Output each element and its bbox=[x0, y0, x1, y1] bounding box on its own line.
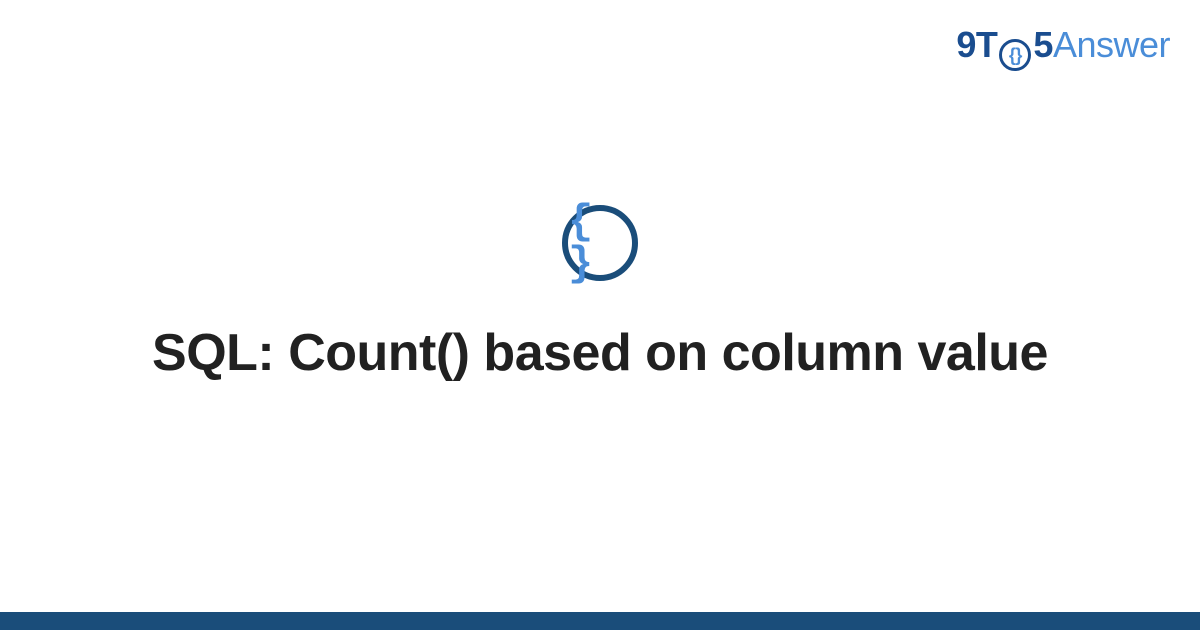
logo-prefix-text: 9T bbox=[956, 24, 997, 66]
logo-suffix-number: 5 bbox=[1033, 24, 1053, 66]
logo-suffix-word: Answer bbox=[1053, 24, 1170, 66]
logo-circle-icon: {} bbox=[999, 39, 1031, 71]
footer-accent-bar bbox=[0, 612, 1200, 630]
code-braces-icon: { } bbox=[562, 205, 638, 281]
main-content: { } SQL: Count() based on column value bbox=[0, 0, 1200, 630]
braces-glyph: { } bbox=[568, 201, 632, 285]
page-title: SQL: Count() based on column value bbox=[152, 321, 1048, 386]
logo-braces-small: {} bbox=[1009, 46, 1022, 64]
site-logo: 9T {} 5 Answer bbox=[956, 24, 1170, 67]
